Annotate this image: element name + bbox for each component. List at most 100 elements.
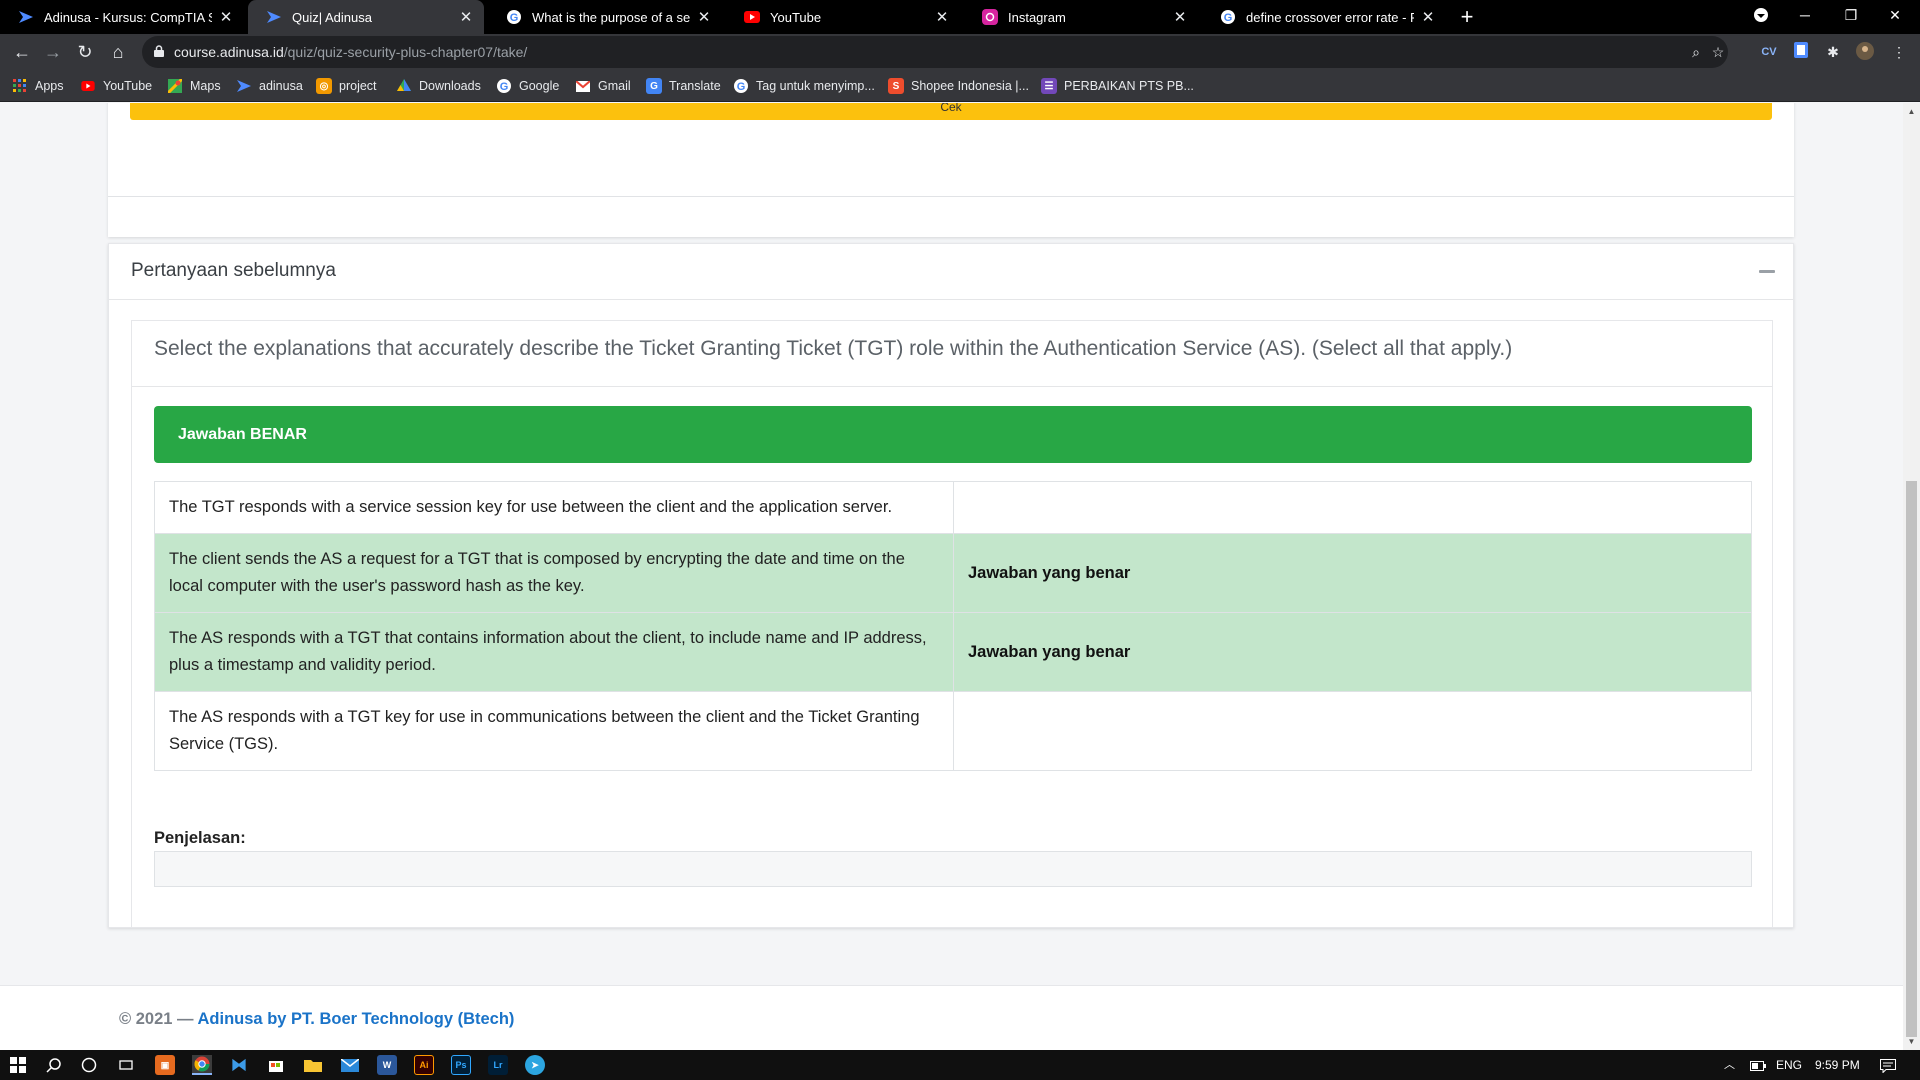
bookmark-label: Tag untuk menyimp... — [756, 79, 875, 93]
close-icon[interactable]: ✕ — [218, 8, 234, 26]
windows-taskbar: ▣ ⧓ W Ai Ps Lr ➤ ︿ ENG 9:59 PM — [0, 1050, 1920, 1080]
chrome-icon[interactable] — [192, 1055, 212, 1075]
bookmarks-bar: Apps YouTube Maps adinusa ◎ project Down… — [0, 70, 1920, 102]
bookmark-translate[interactable]: G Translate — [646, 76, 721, 96]
explanation-label: Penjelasan: — [154, 829, 246, 847]
extensions-puzzle-icon[interactable]: ✱ — [1823, 42, 1843, 62]
bookmark-adinusa[interactable]: adinusa — [236, 76, 303, 96]
close-icon[interactable]: ✕ — [1172, 8, 1188, 26]
zoom-icon[interactable]: ⌕ — [1686, 42, 1706, 62]
new-tab-button[interactable]: + — [1454, 4, 1480, 30]
google-icon: G — [1220, 9, 1236, 25]
task-view-icon[interactable] — [110, 1053, 142, 1077]
clock[interactable]: 9:59 PM — [1815, 1050, 1860, 1080]
instagram-icon — [982, 9, 998, 25]
tab-title: YouTube — [770, 9, 822, 25]
collapse-icon[interactable] — [1759, 270, 1775, 273]
app-icon-orange[interactable]: ▣ — [155, 1055, 175, 1075]
result-banner: Jawaban BENAR — [154, 406, 1752, 463]
restore-button[interactable]: ❐ — [1828, 0, 1874, 30]
back-arrow-icon[interactable]: ← — [8, 38, 36, 66]
reader-extension-icon[interactable] — [1791, 42, 1811, 62]
star-icon[interactable]: ☆ — [1708, 42, 1728, 62]
menu-kebab-icon[interactable]: ⋮ — [1889, 42, 1909, 62]
bookmark-google[interactable]: G Google — [496, 76, 559, 96]
tab-title: Adinusa - Kursus: CompTIA Secur — [44, 9, 212, 25]
tab-adinusa-course[interactable]: Adinusa - Kursus: CompTIA Secur ✕ — [0, 0, 244, 34]
close-icon[interactable]: ✕ — [458, 8, 474, 26]
scroll-thumb[interactable] — [1906, 481, 1917, 1037]
notification-icon[interactable] — [1880, 1050, 1896, 1080]
tray-chevron-icon[interactable]: ︿ — [1724, 1050, 1735, 1080]
windows-start-icon[interactable] — [2, 1053, 34, 1077]
bookmark-downloads[interactable]: Downloads — [396, 76, 481, 96]
bookmark-apps[interactable]: Apps — [12, 76, 64, 96]
close-icon[interactable]: ✕ — [934, 8, 950, 26]
scroll-up-icon[interactable]: ▲ — [1903, 103, 1920, 120]
check-button[interactable]: Cek — [130, 103, 1772, 120]
url-text: course.adinusa.id/quiz/quiz-security-plu… — [174, 44, 528, 60]
language-indicator[interactable]: ENG — [1776, 1050, 1802, 1080]
close-window-button[interactable]: ✕ — [1872, 0, 1918, 30]
bookmark-tag[interactable]: G Tag untuk menyimp... — [733, 76, 875, 96]
table-row: The AS responds with a TGT that contains… — [154, 612, 1752, 692]
bookmark-label: Maps — [190, 79, 221, 93]
cv-extension-icon[interactable]: CV — [1759, 42, 1779, 62]
bookmark-maps[interactable]: Maps — [167, 76, 221, 96]
scroll-down-icon[interactable]: ▼ — [1903, 1033, 1920, 1050]
footer-brand-link[interactable]: Adinusa by PT. Boer Technology (Btech) — [198, 1010, 515, 1028]
tab-quiz-adinusa[interactable]: Quiz| Adinusa ✕ — [248, 0, 484, 34]
bookmark-label: Apps — [35, 79, 64, 93]
answer-mark: Jawaban yang benar — [953, 533, 1752, 613]
bookmark-shopee[interactable]: S Shopee Indonesia |... — [888, 76, 1029, 96]
bookmark-label: Translate — [669, 79, 721, 93]
minimize-button[interactable]: ─ — [1782, 0, 1828, 30]
reload-icon[interactable]: ↻ — [71, 38, 99, 66]
battery-icon[interactable] — [1750, 1050, 1766, 1080]
profile-icon[interactable] — [1738, 0, 1784, 30]
tab-instagram[interactable]: Instagram ✕ — [964, 0, 1198, 34]
lightroom-icon[interactable]: Lr — [488, 1055, 508, 1075]
vscode-icon[interactable]: ⧓ — [229, 1055, 249, 1075]
lock-icon — [154, 45, 164, 57]
address-bar[interactable]: course.adinusa.id/quiz/quiz-security-plu… — [142, 36, 1728, 68]
tab-strip: Adinusa - Kursus: CompTIA Secur ✕ Quiz| … — [0, 0, 1920, 34]
bookmark-youtube[interactable]: YouTube — [80, 76, 152, 96]
store-icon[interactable] — [266, 1055, 286, 1075]
forward-arrow-icon[interactable]: → — [39, 38, 67, 66]
avatar[interactable] — [1855, 42, 1875, 62]
close-icon[interactable]: ✕ — [1420, 8, 1436, 26]
close-icon[interactable]: ✕ — [696, 8, 712, 26]
bookmark-project[interactable]: ◎ project — [316, 76, 377, 96]
tab-server-question[interactable]: G What is the purpose of a server c ✕ — [488, 0, 722, 34]
file-explorer-icon[interactable] — [303, 1055, 323, 1075]
bookmark-gmail[interactable]: Gmail — [575, 76, 631, 96]
tab-crossover-error-rate[interactable]: G define crossover error rate - Pen ✕ — [1202, 0, 1446, 34]
question-header: Select the explanations that accurately … — [132, 321, 1772, 387]
answer-mark: Jawaban yang benar — [953, 612, 1752, 692]
question-card: Select the explanations that accurately … — [131, 320, 1773, 928]
mail-icon[interactable] — [340, 1055, 360, 1075]
bookmark-label: YouTube — [103, 79, 153, 93]
shopee-icon: S — [888, 78, 904, 94]
google-icon: G — [496, 78, 512, 94]
tab-title: What is the purpose of a server c — [532, 9, 690, 25]
tab-youtube[interactable]: YouTube ✕ — [726, 0, 960, 34]
illustrator-icon[interactable]: Ai — [414, 1055, 434, 1075]
adinusa-icon — [236, 78, 252, 94]
bookmark-perbaikan[interactable]: ☰ PERBAIKAN PTS PB... — [1041, 76, 1194, 96]
home-icon[interactable]: ⌂ — [104, 38, 132, 66]
explanation-box — [154, 851, 1752, 887]
photoshop-icon[interactable]: Ps — [451, 1055, 471, 1075]
search-icon[interactable] — [38, 1053, 70, 1077]
previous-question-section: Pertanyaan sebelumnya Select the explana… — [108, 243, 1794, 928]
bookmark-label: Downloads — [419, 79, 481, 93]
word-icon[interactable]: W — [377, 1055, 397, 1075]
section-header[interactable]: Pertanyaan sebelumnya — [109, 244, 1793, 300]
bookmark-label: Google — [519, 79, 560, 93]
telegram-icon[interactable]: ➤ — [525, 1055, 545, 1075]
cortana-icon[interactable] — [73, 1053, 105, 1077]
apps-grid-icon — [12, 78, 28, 94]
google-icon: G — [506, 9, 522, 25]
scrollbar[interactable]: ▲ ▼ — [1903, 103, 1920, 1050]
